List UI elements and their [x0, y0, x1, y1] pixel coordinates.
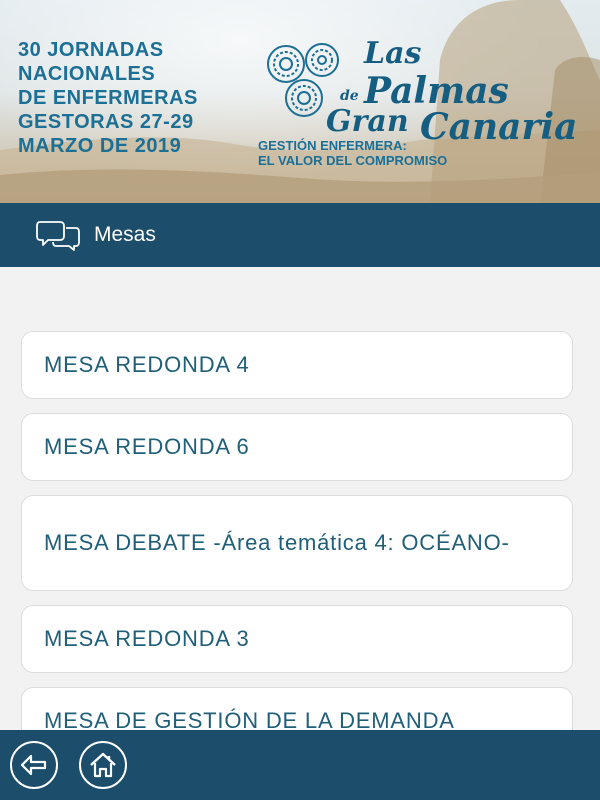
event-title: 30 JORNADAS NACIONALES DE ENFERMERAS GES… [18, 38, 198, 158]
event-title-line-1: 30 JORNADAS [18, 39, 164, 61]
event-banner: 30 JORNADAS NACIONALES DE ENFERMERAS GES… [0, 0, 600, 203]
list-item[interactable]: MESA REDONDA 3 [21, 605, 573, 673]
section-title: Mesas [94, 223, 156, 246]
back-button[interactable] [10, 741, 58, 789]
sessions-list: MESA REDONDA 4 MESA REDONDA 6 MESA DEBAT… [21, 331, 573, 730]
event-title-line-4: GESTORAS 27-29 [18, 111, 194, 133]
event-motto-line-2: EL VALOR DEL COMPROMISO [258, 153, 448, 168]
list-item-label: MESA REDONDA 6 [44, 434, 250, 459]
event-title-line-3: DE ENFERMERAS [18, 87, 198, 109]
back-arrow-icon [20, 754, 47, 776]
logo-word-de: de [340, 88, 359, 104]
event-motto: GESTIÓN ENFERMERA: EL VALOR DEL COMPROMI… [258, 138, 447, 168]
list-item-label: MESA DEBATE -Área temática 4: OCÉANO- [44, 530, 510, 555]
list-item[interactable]: MESA REDONDA 4 [21, 331, 573, 399]
bottom-toolbar [0, 730, 600, 800]
logo-word-las: Las [364, 36, 422, 71]
logo-word-gran: Gran [326, 104, 409, 139]
event-title-line-2: NACIONALES [18, 63, 156, 85]
list-item-label: MESA REDONDA 4 [44, 352, 250, 377]
list-item[interactable]: MESA DEBATE -Área temática 4: OCÉANO- [21, 495, 573, 591]
chat-bubbles-icon [36, 221, 80, 251]
content-area[interactable]: MESA REDONDA 4 MESA REDONDA 6 MESA DEBAT… [0, 267, 600, 730]
home-button[interactable] [79, 741, 127, 789]
list-item-label: MESA DE GESTIÓN DE LA DEMANDA [44, 708, 455, 730]
section-header: Mesas [0, 203, 600, 267]
home-icon [90, 752, 116, 778]
event-motto-line-1: GESTIÓN ENFERMERA: [258, 138, 407, 153]
city-logo: Las Palmas de Gran Canaria [326, 36, 586, 148]
list-item-label: MESA REDONDA 3 [44, 626, 250, 651]
event-title-line-5: MARZO DE 2019 [18, 135, 182, 157]
list-item[interactable]: MESA DE GESTIÓN DE LA DEMANDA [21, 687, 573, 730]
list-item[interactable]: MESA REDONDA 6 [21, 413, 573, 481]
